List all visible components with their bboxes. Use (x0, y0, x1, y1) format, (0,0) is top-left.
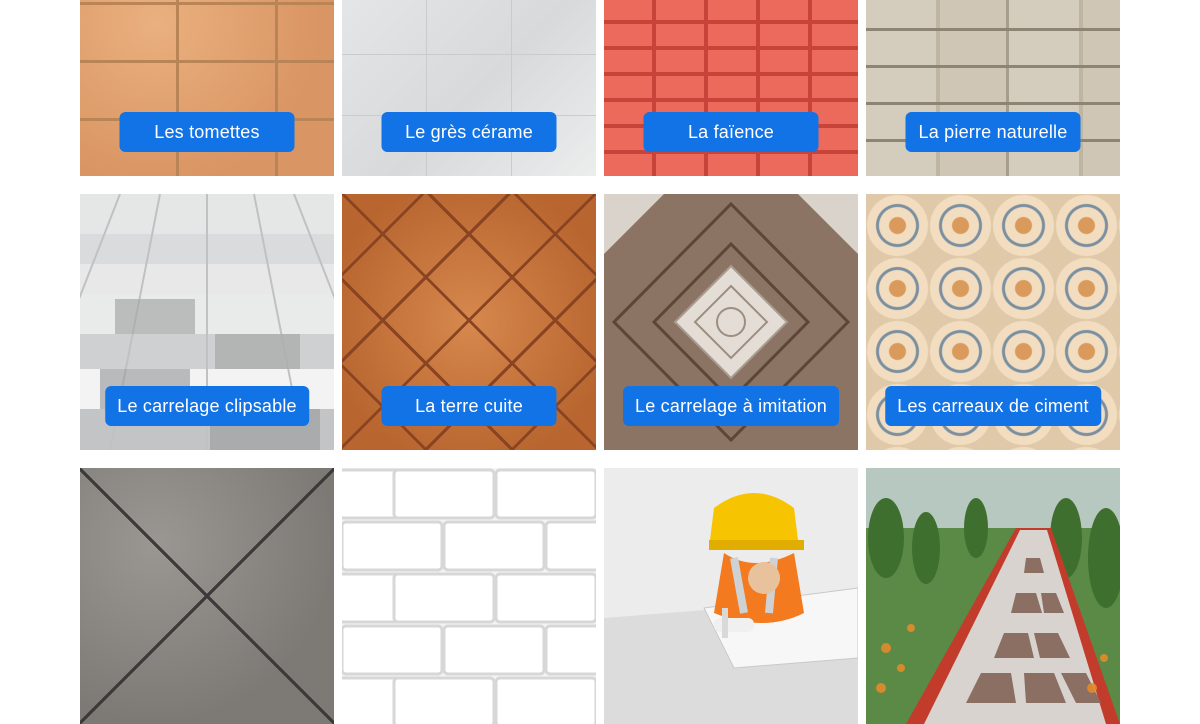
tile-tiler-at-work[interactable] (604, 468, 858, 724)
tile-category-grid: Les tomettes Le grès cérame La faïence L… (80, 0, 1120, 724)
tile-carreaux-ciment[interactable]: Les carreaux de ciment (866, 194, 1120, 450)
tile-faience[interactable]: La faïence (604, 0, 858, 176)
tile-label[interactable]: Le grès cérame (381, 112, 557, 152)
tile-label[interactable]: Les carreaux de ciment (885, 386, 1101, 426)
tile-label[interactable]: Le carrelage à imitation (623, 386, 839, 426)
tile-label[interactable]: Les tomettes (119, 112, 295, 152)
tile-gres-cerame[interactable]: Le grès cérame (342, 0, 596, 176)
tile-carrelage-imitation[interactable]: Le carrelage à imitation (604, 194, 858, 450)
tile-pierre-naturelle[interactable]: La pierre naturelle (866, 0, 1120, 176)
tile-white-subway[interactable] (342, 468, 596, 724)
tile-label[interactable]: Le carrelage clipsable (105, 386, 309, 426)
tile-label[interactable]: La terre cuite (381, 386, 557, 426)
tile-label[interactable]: La faïence (643, 112, 819, 152)
white-subway-image (342, 468, 596, 724)
tiler-at-work-image (604, 468, 858, 724)
garden-path-image (866, 468, 1120, 724)
tile-carrelage-clipsable[interactable]: Le carrelage clipsable (80, 194, 334, 450)
tile-terre-cuite[interactable]: La terre cuite (342, 194, 596, 450)
tile-grey-slate[interactable] (80, 468, 334, 724)
tile-tomettes[interactable]: Les tomettes (80, 0, 334, 176)
grey-slate-image (80, 468, 334, 724)
tile-label[interactable]: La pierre naturelle (905, 112, 1081, 152)
tile-garden-path[interactable] (866, 468, 1120, 724)
